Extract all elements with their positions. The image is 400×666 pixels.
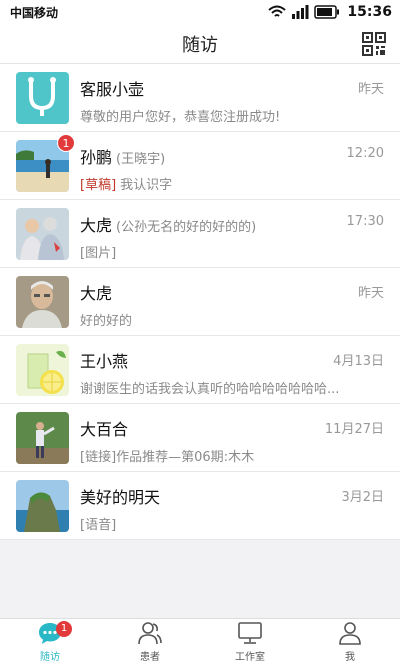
tab-unread-badge: 1 bbox=[56, 621, 72, 637]
tab-studio[interactable]: 工作室 bbox=[200, 619, 300, 666]
timestamp: 3月2日 bbox=[341, 490, 384, 505]
message-preview: 谢谢医生的话我会认真听的哈哈哈哈哈哈哈... bbox=[80, 382, 340, 397]
message-preview: [图片] bbox=[80, 246, 117, 261]
tab-me[interactable]: 我 bbox=[300, 619, 400, 666]
name-line: 客服小壶 bbox=[80, 76, 328, 100]
avatar bbox=[16, 276, 69, 328]
message-preview: 尊敬的用户您好，恭喜您注册成功! bbox=[80, 110, 281, 125]
conversation-row[interactable]: 大虎 (公孙无名的好的好的的) 17:30 [图片] bbox=[0, 200, 400, 268]
name-line: 王小燕 bbox=[80, 348, 328, 372]
name-line: 大百合 bbox=[80, 416, 328, 440]
carrier-label: 中国移动 bbox=[10, 5, 59, 20]
name-line: 美好的明天 bbox=[80, 484, 328, 508]
contact-name: 孙鹏 bbox=[80, 148, 113, 167]
conversation-row[interactable]: 大虎 昨天 好的好的 bbox=[0, 268, 400, 336]
contact-remark: (公孙无名的好的好的的) bbox=[116, 220, 257, 235]
timestamp: 12:20 bbox=[346, 146, 384, 161]
tab-label: 工作室 bbox=[235, 652, 265, 663]
contact-name: 美好的明天 bbox=[80, 488, 161, 507]
monitor-icon bbox=[238, 622, 262, 644]
elderly-couple-photo-icon bbox=[16, 208, 69, 260]
person-icon bbox=[339, 622, 361, 645]
message-preview: 好的好的 bbox=[80, 314, 133, 329]
avatar bbox=[16, 480, 69, 532]
avatar bbox=[16, 412, 69, 464]
name-line: 大虎 bbox=[80, 280, 328, 304]
draft-tag: [草稿] bbox=[80, 178, 117, 193]
tab-bar: 1 随访 患者 工作室 我 bbox=[0, 618, 400, 666]
tab-label: 患者 bbox=[140, 652, 160, 663]
lemon-drink-photo-icon bbox=[16, 344, 69, 396]
timestamp: 17:30 bbox=[346, 214, 384, 229]
contact-name: 王小燕 bbox=[80, 352, 129, 371]
message-preview: [草稿] 我认识字 bbox=[80, 174, 384, 193]
patients-icon bbox=[138, 622, 162, 645]
battery-icon bbox=[314, 5, 340, 19]
message-preview: [语音] bbox=[80, 518, 117, 533]
tab-label: 随访 bbox=[40, 652, 60, 663]
contact-name: 大虎 bbox=[80, 216, 113, 235]
preview-text: 我认识字 bbox=[120, 178, 173, 193]
page-title: 随访 bbox=[182, 34, 218, 56]
conversation-list: 客服小壶 昨天 尊敬的用户您好，恭喜您注册成功! 1 孙鹏 (王晓宇) 12:2… bbox=[0, 64, 400, 540]
wifi-icon bbox=[268, 5, 287, 17]
contact-name: 客服小壶 bbox=[80, 80, 145, 99]
conversation-row[interactable]: 客服小壶 昨天 尊敬的用户您好，恭喜您注册成功! bbox=[0, 64, 400, 132]
timestamp: 4月13日 bbox=[333, 354, 384, 369]
status-bar: 中国移动 15:36 bbox=[0, 0, 400, 24]
timestamp: 11月27日 bbox=[324, 422, 384, 437]
name-line: 大虎 (公孙无名的好的好的的) bbox=[80, 212, 328, 236]
coast-photo-icon bbox=[16, 480, 69, 532]
message-preview: [链接]作品推荐—第06期:木木 bbox=[80, 450, 255, 465]
tab-patients[interactable]: 患者 bbox=[100, 619, 200, 666]
unread-badge: 1 bbox=[57, 134, 75, 152]
conversation-row[interactable]: 大百合 11月27日 [链接]作品推荐—第06期:木木 bbox=[0, 404, 400, 472]
tab-followup[interactable]: 1 随访 bbox=[0, 619, 100, 666]
name-line: 孙鹏 (王晓宇) bbox=[80, 144, 328, 168]
timestamp: 昨天 bbox=[357, 286, 384, 301]
status-indicators: 15:36 bbox=[268, 4, 392, 20]
signal-icon bbox=[292, 5, 309, 19]
avatar bbox=[16, 72, 69, 124]
stethoscope-logo-icon bbox=[16, 72, 69, 124]
qr-code-button[interactable] bbox=[362, 32, 386, 56]
clock: 15:36 bbox=[347, 4, 392, 20]
conversation-row[interactable]: 1 孙鹏 (王晓宇) 12:20 [草稿] 我认识字 bbox=[0, 132, 400, 200]
timestamp: 昨天 bbox=[357, 82, 384, 97]
outdoor-person-photo-icon bbox=[16, 412, 69, 464]
qr-code-icon bbox=[362, 32, 386, 56]
avatar bbox=[16, 344, 69, 396]
conversation-row[interactable]: 美好的明天 3月2日 [语音] bbox=[0, 472, 400, 540]
contact-name: 大虎 bbox=[80, 284, 113, 303]
contact-remark: (王晓宇) bbox=[116, 152, 166, 167]
tab-label: 我 bbox=[345, 652, 355, 663]
avatar bbox=[16, 208, 69, 260]
elderly-man-photo-icon bbox=[16, 276, 69, 328]
nav-bar: 随访 bbox=[0, 24, 400, 64]
conversation-row[interactable]: 王小燕 4月13日 谢谢医生的话我会认真听的哈哈哈哈哈哈哈... bbox=[0, 336, 400, 404]
contact-name: 大百合 bbox=[80, 420, 129, 439]
